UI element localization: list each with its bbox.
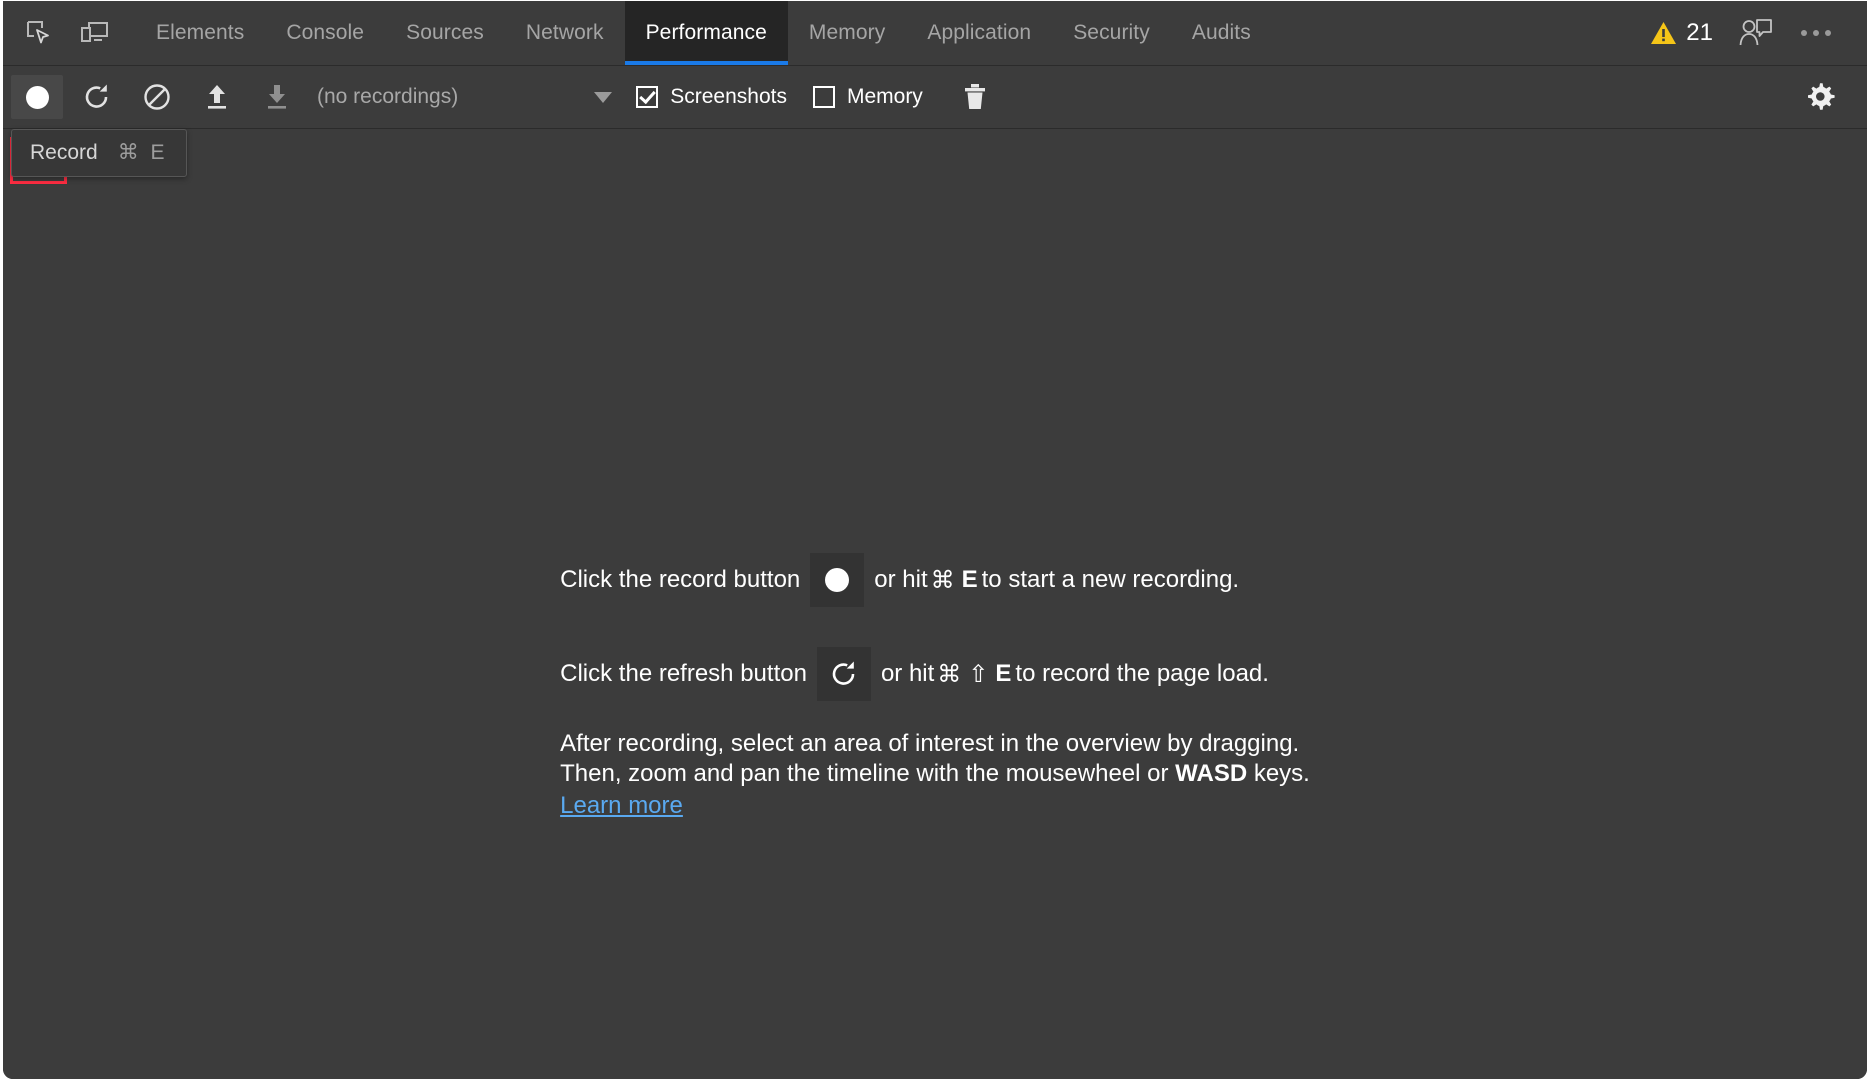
more-options-button[interactable] [1785,11,1847,55]
tab-label: Security [1073,21,1150,44]
record-button[interactable] [7,73,67,121]
recordings-dropdown[interactable] [586,75,620,119]
reload-record-icon [85,84,108,108]
tab-performance[interactable]: Performance [624,1,789,65]
warning-triangle-icon [1651,21,1677,44]
chevron-down-icon [594,91,613,103]
inline-record-button[interactable] [810,553,865,607]
load-profile-icon [208,85,226,109]
tooltip-label: Record [30,140,98,164]
screenshots-checkbox[interactable]: Screenshots [636,85,787,109]
landing-refresh-key-shift: ⇧ [968,660,990,688]
device-toolbar-icon [81,22,108,42]
gear-icon [1808,83,1835,110]
performance-landing-panel: Click the record button or hit ⌘ E to st… [3,129,1867,1079]
clear-recording-button[interactable] [127,73,187,121]
trash-icon [964,84,985,109]
screenshots-label: Screenshots [670,85,787,108]
reload-and-record-button[interactable] [67,73,127,121]
tab-application[interactable]: Application [906,1,1052,65]
landing-record-key-letter: E [961,566,979,593]
memory-checkbox[interactable]: Memory [812,85,923,109]
inline-refresh-button[interactable] [816,647,871,701]
tooltip-shortcut: ⌘ E [117,141,168,164]
performance-toolbar: (no recordings) Screenshots Memory [3,66,1867,184]
landing-record-mid: or hit [874,566,928,593]
feedback-person-icon [1739,19,1772,46]
capture-settings-button[interactable] [1795,73,1847,121]
tab-memory[interactable]: Memory [788,1,906,65]
tab-network[interactable]: Network [505,1,625,65]
landing-record-suffix: to start a new recording. [981,566,1240,593]
record-circle-icon [25,85,49,109]
tab-label: Performance [645,21,767,44]
tab-sources[interactable]: Sources [385,1,505,65]
landing-para-line2-a: Then, zoom and pan the timeline with the… [560,760,1169,787]
warning-badge[interactable]: 21 [1636,19,1727,47]
tab-label: Network [525,21,604,44]
more-dot [1801,30,1807,36]
more-dot [1825,30,1831,36]
landing-refresh-key-letter: E [995,660,1013,687]
inspect-element-icon [27,21,49,44]
save-profile-icon [268,85,286,109]
tab-elements[interactable]: Elements [135,1,265,65]
landing-refresh-mid: or hit [880,660,935,687]
learn-more-link[interactable]: Learn more [560,791,683,821]
landing-content: Click the record button or hit ⌘ E to st… [560,553,1310,821]
tab-console[interactable]: Console [265,1,385,65]
clear-recording-icon [144,84,170,110]
landing-para-line2-c: keys. [1253,760,1310,787]
record-circle-icon [825,568,850,592]
landing-record-key-cmd: ⌘ [930,566,956,594]
devtools-window: Elements Console Sources Network Perform… [3,1,1867,1079]
tab-list: Elements Console Sources Network Perform… [135,1,1272,65]
landing-record-prefix: Click the record button [560,566,801,593]
landing-line-refresh: Click the refresh button or hit ⌘ ⇧ E to… [560,647,1310,701]
landing-refresh-suffix: to record the page load. [1015,660,1269,687]
landing-refresh-key-cmd: ⌘ [937,660,963,688]
landing-line-record: Click the record button or hit ⌘ E to st… [560,553,1310,607]
warning-count: 21 [1686,19,1713,46]
memory-label: Memory [846,85,923,108]
device-toolbar-button[interactable] [67,1,123,65]
tab-label: Memory [808,21,886,44]
tab-bar-right-actions: 21 [1636,1,1867,65]
tab-label: Elements [156,21,245,44]
tab-label: Application [927,21,1032,44]
more-dot [1813,30,1819,36]
record-tooltip: Record ⌘ E [11,129,187,177]
inspect-element-button[interactable] [11,1,67,65]
tab-label: Console [286,21,365,44]
recordings-label: (no recordings) [317,85,459,108]
feedback-button[interactable] [1727,11,1785,55]
devtools-tab-bar: Elements Console Sources Network Perform… [3,1,1867,66]
save-profile-button[interactable] [247,73,307,121]
landing-para-line2: Then, zoom and pan the timeline with the… [560,759,1310,789]
memory-checkbox-box [812,86,835,108]
landing-para-wasd: WASD [1175,760,1248,787]
load-profile-button[interactable] [187,73,247,121]
collect-garbage-button[interactable] [949,73,1001,121]
tab-label: Sources [406,21,484,44]
screenshots-checkbox-box [636,86,659,108]
landing-paragraph: After recording, select an area of inter… [560,729,1310,821]
landing-para-line1: After recording, select an area of inter… [560,730,1300,757]
tab-security[interactable]: Security [1052,1,1171,65]
landing-refresh-prefix: Click the refresh button [560,660,807,687]
reload-record-icon [832,661,855,685]
tab-label: Audits [1191,21,1251,44]
tab-audits[interactable]: Audits [1171,1,1272,65]
